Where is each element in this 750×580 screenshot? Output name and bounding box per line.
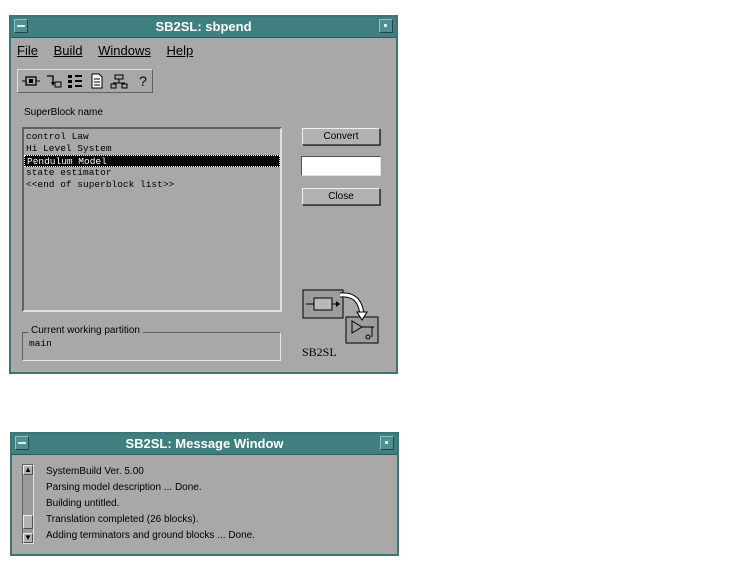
convert-button[interactable]: Convert <box>302 128 380 145</box>
superblock-name-label: SuperBlock name <box>24 107 103 118</box>
window-menu-button[interactable] <box>15 436 29 450</box>
convert-output-field[interactable] <box>301 156 381 176</box>
sb2sl-logo-graphic <box>302 289 379 344</box>
list-item[interactable]: <<end of superblock list>> <box>24 179 280 191</box>
message-line: SystemBuild Ver. 5.00 <box>46 466 144 477</box>
transform-icon[interactable] <box>44 73 62 89</box>
scroll-up-arrow-icon[interactable]: ▲ <box>23 465 33 475</box>
list-item-selected[interactable]: Pendulum Model <box>24 155 280 167</box>
message-line: Translation completed (26 blocks). <box>46 514 199 525</box>
grid-icon[interactable] <box>66 73 84 89</box>
help-icon[interactable]: ? <box>134 73 152 89</box>
message-line: Adding terminators and ground blocks ...… <box>46 530 256 541</box>
menu-build[interactable]: Build <box>54 43 83 58</box>
menubar: File Build Windows Help <box>17 43 205 63</box>
list-item[interactable]: state estimator <box>24 167 280 179</box>
block-diagram-icon[interactable] <box>22 73 40 89</box>
toolbar: ? <box>17 69 153 93</box>
list-item[interactable]: Hi Level System <box>24 143 280 155</box>
document-icon[interactable] <box>88 73 106 89</box>
minimize-button[interactable] <box>379 19 393 33</box>
menu-windows[interactable]: Windows <box>98 43 151 58</box>
partition-value: main <box>29 338 52 349</box>
main-window-title: SB2SL: sbpend <box>155 19 252 34</box>
menu-help[interactable]: Help <box>167 43 194 58</box>
hierarchy-icon[interactable] <box>110 73 128 89</box>
close-button[interactable]: Close <box>302 188 380 205</box>
minimize-button[interactable] <box>380 436 394 450</box>
partition-group: Current working partition main <box>22 325 281 361</box>
sb2sl-logo-text: SB2SL <box>302 345 337 359</box>
message-titlebar[interactable]: SB2SL: Message Window <box>12 434 397 455</box>
message-line: Building untitled. <box>46 498 120 509</box>
message-window-title: SB2SL: Message Window <box>125 436 284 451</box>
superblock-list[interactable]: control Law Hi Level System Pendulum Mod… <box>22 127 282 312</box>
partition-label: Current working partition <box>28 325 143 336</box>
window-menu-button[interactable] <box>14 19 28 33</box>
message-window: SB2SL: Message Window ▲ ▼ SystemBuild Ve… <box>10 432 399 556</box>
message-line: Parsing model description ... Done. <box>46 482 202 493</box>
message-scrollbar[interactable]: ▲ ▼ <box>22 464 34 544</box>
scroll-thumb[interactable] <box>23 515 33 529</box>
main-window: SB2SL: sbpend File Build Windows Help ? … <box>9 15 398 374</box>
menu-file[interactable]: File <box>17 43 38 58</box>
main-titlebar[interactable]: SB2SL: sbpend <box>11 17 396 38</box>
scroll-down-arrow-icon[interactable]: ▼ <box>23 533 33 543</box>
list-item[interactable]: control Law <box>24 131 280 143</box>
sb2sl-logo: SB2SL <box>302 285 382 361</box>
